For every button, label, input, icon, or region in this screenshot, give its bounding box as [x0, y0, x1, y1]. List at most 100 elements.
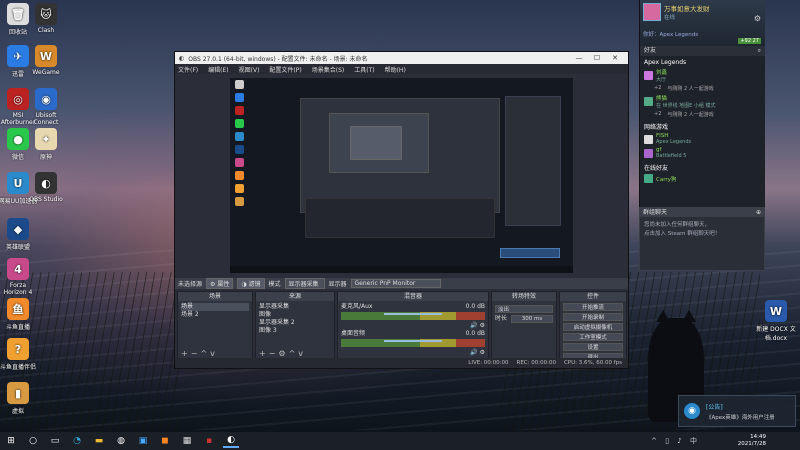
avatar[interactable] — [643, 3, 661, 21]
avatar — [644, 71, 653, 80]
source-item[interactable]: 图像 — [259, 311, 331, 319]
start-streaming-button[interactable]: 开始推流 — [563, 303, 623, 311]
virtual-camera-button[interactable]: 启动虚拟摄像机 — [563, 323, 623, 331]
source-item[interactable]: 显示器采集 2 — [259, 319, 331, 327]
friend-status: 大厅 — [656, 77, 667, 83]
volume-meter[interactable] — [341, 312, 485, 320]
menu-file[interactable]: 文件(F) — [178, 65, 198, 74]
obs-taskbar-icon[interactable]: ◐ — [223, 434, 239, 448]
friend-row[interactable]: FISH Apex Legends — [640, 132, 765, 146]
friend-group-title[interactable]: 在线好友 — [640, 160, 765, 173]
desktop-shortcut[interactable]: ◆ 英雄联盟 — [0, 218, 38, 251]
friends-search-bar[interactable]: 好友 ⌕ — [640, 46, 765, 56]
maximize-icon[interactable]: ☐ — [588, 54, 606, 62]
source-item[interactable]: 图像 3 — [259, 327, 331, 335]
taskbar-clock[interactable]: 14:49 2021/7/28 — [738, 434, 766, 448]
gear-icon[interactable]: ⚙ — [754, 14, 761, 23]
cpu-status: CPU: 3.6%, 60.00 fps — [563, 360, 622, 366]
steam-friends-panel[interactable]: 万事如意大发财 在线 ⚙ 你好：Apex Legends +92 27 好友 ⌕… — [639, 0, 765, 212]
menu-profile[interactable]: 配置文件(P) — [269, 65, 301, 74]
app-icon[interactable]: ▦ — [179, 434, 195, 448]
steam-icon[interactable]: ◍ — [113, 434, 129, 448]
app-icon[interactable]: ▪ — [201, 434, 217, 448]
desktop-shortcut[interactable]: W 新建 DOCX 文档.docx — [756, 300, 796, 342]
desktop-shortcut[interactable]: W WeGame — [26, 45, 66, 76]
friend-row[interactable]: gf Battlefield 5 — [640, 146, 765, 160]
friend-group-title[interactable]: 网络游戏 — [640, 119, 765, 132]
douyu-icon[interactable]: ◼ — [157, 434, 173, 448]
friend-row[interactable]: Carry狗 — [640, 173, 765, 184]
speaker-icon[interactable]: 🔊 ⚙ — [341, 349, 485, 357]
duration-input[interactable]: 300 ms — [511, 315, 553, 323]
desktop-shortcut[interactable]: ◉ Ubisoft Connect — [26, 88, 66, 126]
mixer-track-name: 麦克风/Aux — [341, 303, 373, 310]
bilibili-icon[interactable]: ▣ — [135, 434, 151, 448]
obs-statusbar: LIVE: 00:00:00 REC: 00:00:00 CPU: 3.6%, … — [175, 358, 628, 368]
mode-select[interactable]: 显示器采集 — [284, 278, 325, 289]
source-item[interactable]: 显示器采集 — [259, 303, 331, 311]
friend-row[interactable]: 熊猫在 世界线 地图E 小组 模式 — [640, 93, 765, 110]
sources-dock-controls[interactable]: +−⚙^v — [259, 349, 306, 358]
controls-dock-title: 控件 — [560, 292, 626, 301]
scene-item[interactable]: 场景 — [181, 303, 249, 311]
notification-title: [公告] — [706, 404, 723, 411]
preview-notification — [500, 248, 560, 258]
studio-mode-button[interactable]: 工作室模式 — [563, 333, 623, 341]
desktop-shortcut[interactable]: 🐱 Clash — [26, 3, 66, 34]
task-view-icon[interactable]: ▭ — [47, 434, 63, 448]
menu-edit[interactable]: 编辑(E) — [208, 65, 228, 74]
obs-window[interactable]: ◐ OBS 27.0.1 (64-bit, windows) - 配置文件: 未… — [174, 51, 629, 369]
volume-meter[interactable] — [341, 339, 485, 347]
notification-body: 《Apex英雄》海外用户注册 — [706, 415, 775, 421]
desktop-shortcut-label: 英雄联盟 — [5, 244, 30, 251]
live-status: LIVE: 00:00:00 — [468, 360, 509, 366]
menu-tools[interactable]: 工具(T) — [354, 65, 374, 74]
friend-more-row[interactable]: +2 与刚刚 2 人一起游戏 — [640, 110, 765, 119]
file-explorer-icon[interactable]: ▬ — [91, 434, 107, 448]
friend-row[interactable]: 刘鑫 大厅 — [640, 67, 765, 84]
desktop-shortcut[interactable]: 鱼斗鱼直播 — [0, 298, 38, 331]
add-group-icon[interactable]: ⊕ — [756, 208, 761, 217]
system-tray[interactable]: ^ ▯ ♪ 中 — [651, 436, 700, 446]
filters-button[interactable]: ◑ 滤镜 — [237, 278, 265, 289]
friend-group-title[interactable]: Apex Legends — [640, 56, 765, 67]
menu-help[interactable]: 帮助(H) — [385, 65, 406, 74]
search-icon[interactable]: ○ — [25, 434, 41, 448]
obs-titlebar[interactable]: ◐ OBS 27.0.1 (64-bit, windows) - 配置文件: 未… — [175, 52, 628, 64]
start-recording-button[interactable]: 开始录制 — [563, 313, 623, 321]
windows-start-icon[interactable]: ⊞ — [3, 434, 19, 448]
avatar — [644, 148, 653, 158]
scene-item[interactable]: 场景 2 — [181, 311, 249, 319]
desktop-shortcut[interactable]: ✦ 原神 — [26, 128, 66, 161]
speaker-icon[interactable]: 🔊 ⚙ — [341, 322, 485, 330]
desktop-shortcut[interactable]: 4 Forza Horizon 4 — [0, 258, 38, 296]
app-icon: W — [765, 300, 787, 322]
taskbar: ⊞ ○ ▭ ◔ ▬ ◍ ▣ ◼ ▦ ▪ ◐ ^ ▯ ♪ 中 14:49 2021… — [0, 432, 800, 450]
menu-view[interactable]: 视图(V) — [239, 65, 260, 74]
obs-preview[interactable] — [230, 78, 573, 273]
scenes-dock-controls[interactable]: +−^v — [181, 349, 218, 358]
properties-button[interactable]: ⚙ 属性 — [206, 278, 234, 289]
preview-nested-obs-3 — [350, 126, 402, 160]
transition-select[interactable]: 淡出 — [495, 305, 553, 313]
group-chat-panel[interactable]: 群组聊天 ⊕ 您尚未加入任何群组聊天， 点击加入 Steam 群组聊天吧！ — [639, 207, 765, 271]
desktop-shortcut[interactable]: ? 斗鱼直播伴侣 — [0, 338, 38, 371]
clock-time: 14:49 — [750, 434, 766, 440]
desktop-shortcut-label: Ubisoft Connect — [33, 112, 59, 126]
friend-more-row[interactable]: +2 与刚刚 2 人一起游戏 — [640, 84, 765, 93]
app-icon: ◆ — [7, 218, 29, 240]
search-icon[interactable]: ⌕ — [758, 46, 761, 56]
notification-toast[interactable]: ◉ [公告] 《Apex英雄》海外用户注册 — [678, 395, 796, 427]
minimize-icon[interactable]: — — [570, 54, 588, 62]
now-playing: 你好：Apex Legends — [643, 32, 699, 38]
desktop-shortcut[interactable]: ◐ OBS Studio — [26, 172, 66, 203]
desktop-shortcut[interactable]: ▮ 虚拟 — [0, 382, 38, 415]
friend-name: +2 — [654, 85, 662, 91]
edge-icon[interactable]: ◔ — [69, 434, 85, 448]
preview-desktop-icons — [235, 80, 245, 210]
avatar — [644, 97, 653, 106]
display-select[interactable]: Generic PnP Monitor — [350, 279, 441, 288]
settings-button[interactable]: 设置 — [563, 343, 623, 351]
close-icon[interactable]: ✕ — [606, 54, 624, 62]
menu-scene-collection[interactable]: 场景集合(S) — [312, 65, 345, 74]
